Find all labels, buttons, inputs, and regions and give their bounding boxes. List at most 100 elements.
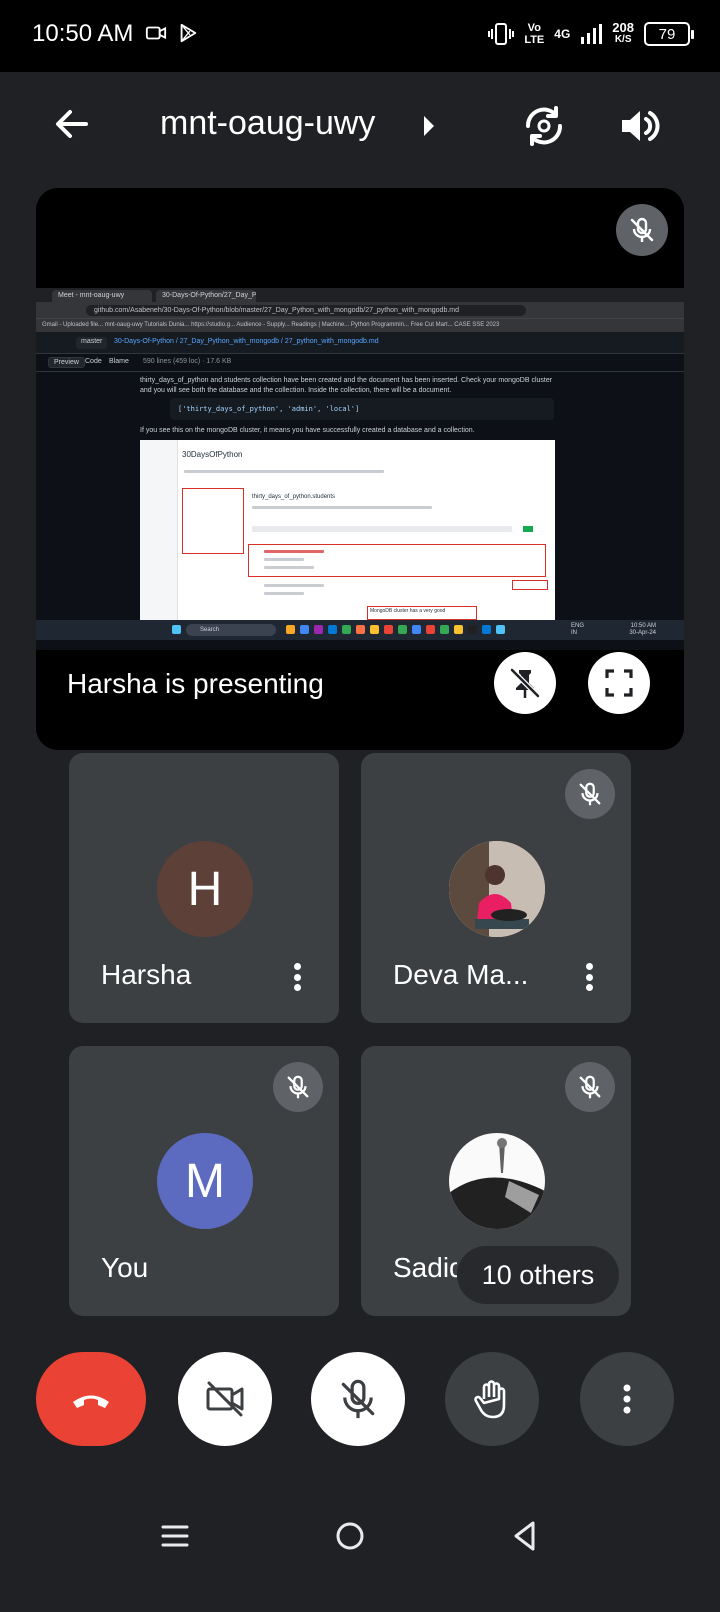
app-icon	[286, 625, 295, 634]
raise-hand-button[interactable]	[445, 1352, 539, 1446]
speaker-button[interactable]	[616, 102, 664, 150]
mic-off-icon	[579, 782, 601, 806]
presenting-label: Harsha is presenting	[67, 668, 324, 699]
video-camera-icon	[145, 26, 167, 40]
app-icon	[398, 625, 407, 634]
more-options-button[interactable]	[580, 1352, 674, 1446]
atlas-sidebar	[140, 440, 178, 620]
meeting-header: mnt-oaug-uwy	[0, 72, 720, 184]
participant-name: Harsha	[101, 959, 192, 990]
app-icon	[426, 625, 435, 634]
menu-icon	[161, 1525, 189, 1547]
participant-name: Sadiq	[393, 1252, 457, 1283]
bookmarks-bar: Gmail - Uploaded file... mnt-oaug-uwy Tu…	[36, 318, 684, 332]
highlight-box	[182, 488, 244, 554]
app-icon	[342, 625, 351, 634]
app-icon	[468, 625, 477, 634]
mic-toggle-button[interactable]	[311, 1352, 405, 1446]
participant-tile[interactable]: Deva Ma...	[361, 753, 631, 1023]
app-icon	[328, 625, 337, 634]
participant-options-button[interactable]	[577, 957, 601, 997]
app-icon	[300, 625, 309, 634]
data-speed: 208 K/S	[612, 20, 634, 45]
app-icon	[454, 625, 463, 634]
participant-tile[interactable]: H Harsha	[69, 753, 339, 1023]
presentation-tile[interactable]: Meet - mnt-oaug-uwy 30-Days-Of-Python/27…	[36, 188, 684, 750]
doc-paragraph: thirty_days_of_python and students colle…	[140, 377, 553, 394]
vibrate-icon	[488, 23, 515, 45]
url-field: github.com/Asabeneh/30-Days-Of-Python/bl…	[86, 305, 526, 316]
status-right-icons: Vo LTE 4G 208 K/S 79	[488, 20, 694, 46]
back-triangle-icon	[514, 1521, 535, 1551]
status-notification-icons	[145, 22, 199, 44]
doc-paragraph: If you see this on the mongoDB cluster, …	[140, 427, 475, 434]
code-block: ['thirty_days_of_python', 'admin', 'loca…	[170, 398, 554, 420]
signal-icon	[581, 24, 603, 44]
unpin-button[interactable]	[494, 652, 556, 714]
mongodb-atlas-screenshot: 30DaysOfPython thirty_days_of_python.stu…	[140, 440, 555, 620]
app-icon	[384, 625, 393, 634]
shared-screen: Meet - mnt-oaug-uwy 30-Days-Of-Python/27…	[36, 288, 684, 650]
browser-url-bar: github.com/Asabeneh/30-Days-Of-Python/bl…	[36, 302, 684, 318]
presenter-muted-badge	[616, 204, 668, 256]
windows-taskbar: Search ENG IN 10:50 AM 30-Apr-24	[36, 620, 684, 640]
app-icon	[370, 625, 379, 634]
title-caret-icon[interactable]	[424, 116, 434, 136]
end-call-button[interactable]	[36, 1352, 146, 1446]
mic-off-icon	[287, 1075, 309, 1099]
more-vert-icon	[623, 1384, 631, 1414]
switch-camera-button[interactable]	[520, 102, 568, 150]
app-icon	[440, 625, 449, 634]
browser-tab: 30-Days-Of-Python/27_Day_P...	[156, 290, 256, 302]
participant-tile[interactable]: Sadiq 10 others	[361, 1046, 631, 1316]
atlas-project-title: 30DaysOfPython	[182, 450, 243, 459]
back-nav-button[interactable]	[497, 1508, 553, 1564]
tab-code: Code	[85, 358, 102, 365]
network-type: 4G	[554, 27, 571, 41]
app-icon	[356, 625, 365, 634]
volte-indicator: Vo LTE	[524, 22, 545, 46]
branch-selector: master	[76, 337, 108, 349]
atlas-collection-name: thirty_days_of_python.students	[252, 494, 336, 500]
phone-hangup-icon	[73, 1395, 109, 1408]
profile-photo-icon	[449, 841, 545, 937]
tab-blame: Blame	[109, 358, 129, 365]
file-info: 590 lines (459 loc) · 17.6 KB	[143, 358, 232, 365]
browser-tab: Meet - mnt-oaug-uwy	[52, 290, 152, 302]
status-time: 10:50 AM	[32, 20, 134, 47]
annotation-callout: MongoDB cluster has a very good	[367, 606, 477, 620]
participant-name: Deva Ma...	[393, 959, 529, 990]
switch-camera-icon	[525, 106, 563, 146]
others-count-chip[interactable]: 10 others	[457, 1246, 619, 1304]
status-bar: 10:50 AM Vo LTE 4G 208 K/S 79	[0, 0, 720, 72]
github-file-toolbar: Preview Code Blame 590 lines (459 loc) ·…	[36, 354, 684, 372]
mic-off-icon	[630, 217, 654, 242]
mic-off-icon	[579, 1075, 601, 1099]
app-icon	[314, 625, 323, 634]
recent-apps-button[interactable]	[147, 1508, 203, 1564]
muted-badge	[273, 1062, 323, 1112]
taskbar-search: Search	[186, 624, 276, 636]
fullscreen-button[interactable]	[588, 652, 650, 714]
arrow-left-icon	[56, 110, 88, 138]
speaker-icon	[622, 111, 660, 141]
app-icon	[496, 625, 505, 634]
camera-toggle-button[interactable]	[178, 1352, 272, 1446]
avatar: M	[157, 1133, 253, 1229]
back-button[interactable]	[48, 100, 96, 148]
highlight-box	[512, 580, 548, 590]
call-controls	[0, 1342, 720, 1472]
avatar	[449, 841, 545, 937]
play-store-icon	[180, 23, 197, 43]
participant-options-button[interactable]	[285, 957, 309, 997]
file-breadcrumb: 30-Days-Of-Python / 27_Day_Python_with_m…	[114, 338, 379, 345]
home-button[interactable]	[322, 1508, 378, 1564]
meeting-title[interactable]: mnt-oaug-uwy	[160, 104, 375, 143]
github-path-bar: master 30-Days-Of-Python / 27_Day_Python…	[36, 332, 684, 354]
participant-tile[interactable]: M You	[69, 1046, 339, 1316]
app-icon	[482, 625, 491, 634]
mic-off-icon	[341, 1379, 375, 1419]
avatar	[449, 1133, 545, 1229]
avatar: H	[157, 841, 253, 937]
camera-off-icon	[206, 1381, 244, 1417]
